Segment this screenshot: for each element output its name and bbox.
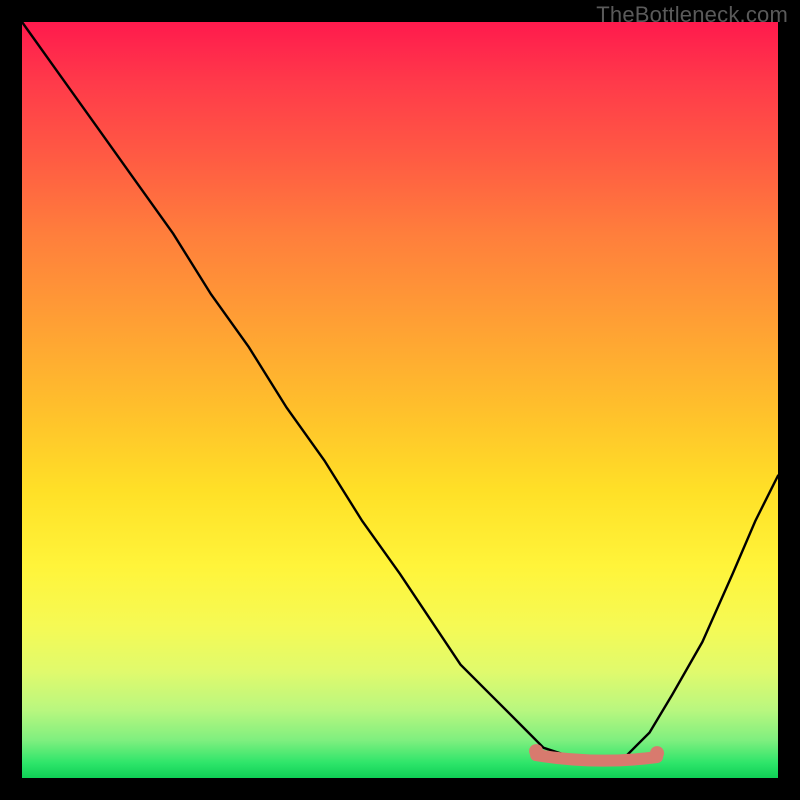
chart-plot-area: [22, 22, 778, 778]
optimal-range-line: [536, 755, 657, 761]
chart-svg: [22, 22, 778, 778]
optimal-end-dot: [650, 746, 664, 760]
bottleneck-curve: [22, 22, 778, 763]
chart-stage: TheBottleneck.com: [0, 0, 800, 800]
optimal-zone-marker: [529, 744, 664, 761]
